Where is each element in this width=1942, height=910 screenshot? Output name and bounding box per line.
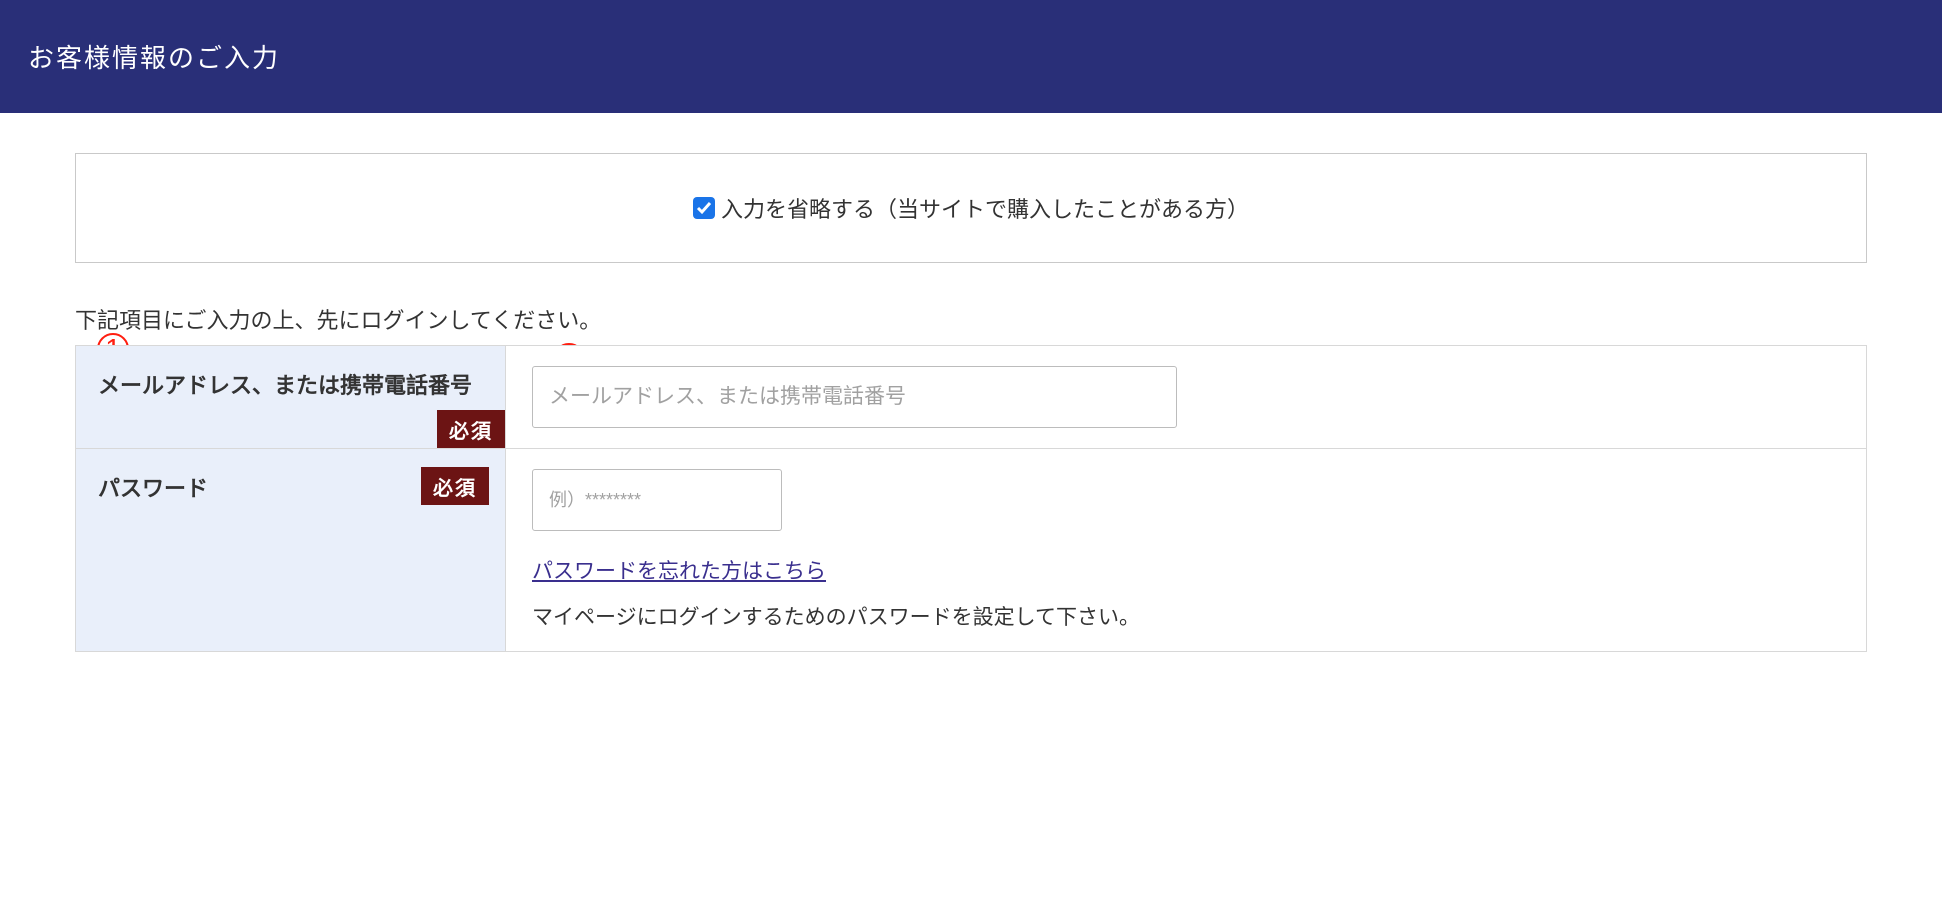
email-or-phone-input[interactable] xyxy=(532,366,1177,428)
required-badge: 必須 xyxy=(421,467,489,505)
password-helper-text: マイページにログインするためのパスワードを設定して下さい。 xyxy=(532,601,1840,631)
value-cell-email xyxy=(506,346,1867,449)
page-title: お客様情報のご入力 xyxy=(28,43,280,73)
skip-input-box: 入力を省略する（当サイトで購入したことがある方） xyxy=(75,153,1867,263)
checkbox-icon[interactable] xyxy=(693,197,715,219)
label-password: パスワード xyxy=(98,476,208,501)
required-badge: 必須 xyxy=(437,410,505,448)
label-cell-email: メールアドレス、または携帯電話番号 必須 xyxy=(76,346,506,449)
login-form-table: メールアドレス、または携帯電話番号 必須 パスワード 必須 パスワードを忘れた方… xyxy=(75,345,1867,652)
password-input[interactable] xyxy=(532,469,782,531)
form-row-password: パスワード 必須 パスワードを忘れた方はこちら マイページにログインするためのパ… xyxy=(76,449,1867,652)
form-row-email: メールアドレス、または携帯電話番号 必須 xyxy=(76,346,1867,449)
forgot-password-link[interactable]: パスワードを忘れた方はこちら xyxy=(532,555,1840,585)
label-email: メールアドレス、または携帯電話番号 xyxy=(98,373,472,398)
page-title-bar: お客様情報のご入力 xyxy=(0,0,1942,113)
login-instruction: 下記項目にご入力の上、先にログインしてください。 xyxy=(75,303,1867,335)
skip-input-text: 入力を省略する（当サイトで購入したことがある方） xyxy=(721,192,1249,224)
form-annotation-layer: 1 2 メールアドレス、または携帯電話番号 必須 xyxy=(75,345,1867,652)
label-cell-password: パスワード 必須 xyxy=(76,449,506,652)
value-cell-password: パスワードを忘れた方はこちら マイページにログインするためのパスワードを設定して… xyxy=(506,449,1867,652)
skip-input-label[interactable]: 入力を省略する（当サイトで購入したことがある方） xyxy=(693,192,1249,224)
